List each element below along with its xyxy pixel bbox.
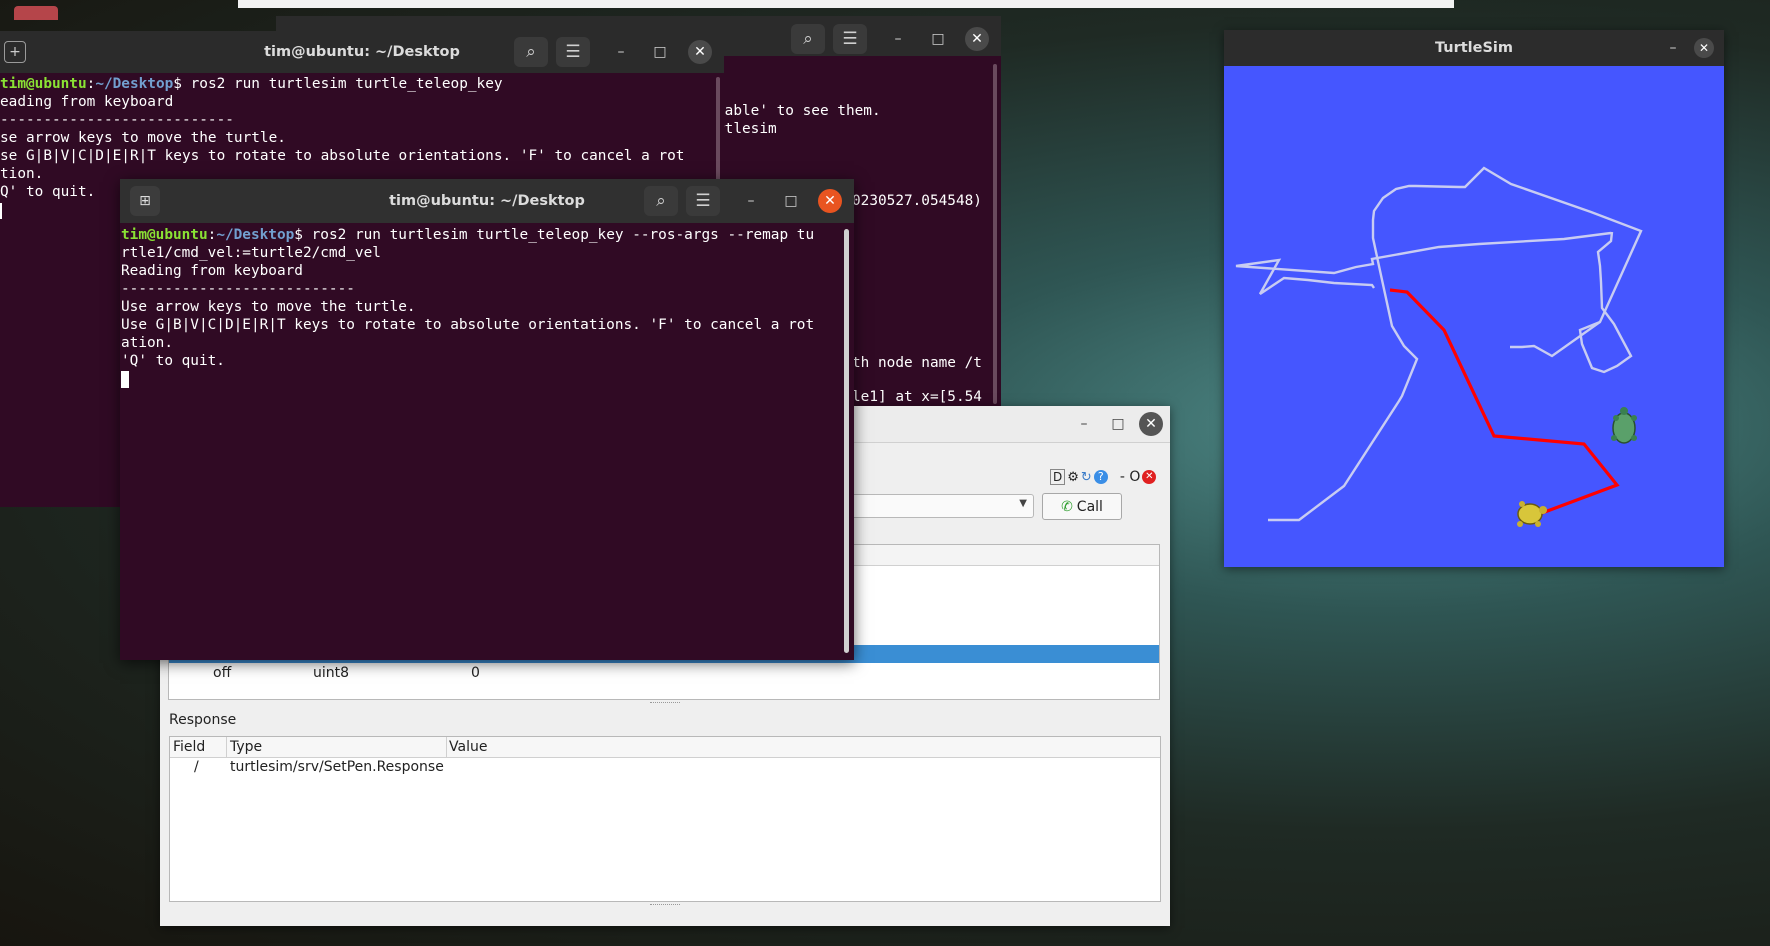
field-cell: / [194,759,199,775]
reload-icon[interactable]: ↻ [1081,470,1092,485]
terminal-output-line: rtle1/cmd_vel:=turtle2/cmd_vel [121,245,381,261]
splitter-handle[interactable] [650,702,680,705]
prompt-line: tim@ubuntu:~/Desktop$ ros2 run turtlesim… [121,227,815,243]
chevron-down-icon: ▼ [1019,498,1027,509]
prompt-line: tim@ubuntu:~/Desktop$ ros2 run turtlesim… [0,76,503,92]
terminal-output-line: ation. [121,335,173,351]
terminal-window-front[interactable]: ⊞ tim@ubuntu: ~/Desktop ⌕ ☰ – □ ✕ tim@ub… [120,179,854,660]
terminal-output-line: --------------------------- [121,281,355,297]
terminal-output-line: 0230527.054548) [852,193,982,209]
help-icon[interactable]: ? [1093,470,1108,484]
turtlesim-window[interactable]: TurtleSim – ✕ [1224,30,1724,567]
minimize-button[interactable]: – [1661,36,1685,60]
terminal-output-line: Reading from keyboard [121,263,303,279]
phone-icon: ✆ [1061,498,1073,515]
call-button[interactable]: ✆ Call [1042,493,1122,520]
field-cell: off [213,665,232,681]
new-tab-icon[interactable]: ⊞ [130,186,160,216]
settings-icon[interactable]: ⚙ [1067,470,1079,485]
type-cell: turtlesim/srv/SetPen.Response [230,759,444,775]
table-row[interactable]: off uint8 0 [169,665,1159,685]
column-header-field[interactable]: Field [173,739,205,755]
response-table-header: Field Type Value [170,737,1160,758]
maximize-button[interactable]: □ [926,27,950,51]
minimize-button[interactable]: – [739,189,763,213]
close-plugin-icon[interactable]: ✕ [1142,470,1157,484]
prompt-path: ~/Desktop [216,227,295,243]
canvas-background [1224,66,1724,567]
terminal-cursor [121,371,129,388]
prompt-path: ~/Desktop [95,76,174,92]
column-header-value[interactable]: Value [449,739,487,755]
menu-button[interactable]: ☰ [833,24,867,54]
maximize-button[interactable]: □ [648,40,672,64]
close-button[interactable]: ✕ [1694,38,1714,58]
terminal-output-line: rtlesim [716,121,777,137]
terminal-scrollbar[interactable] [993,64,997,404]
terminal-cursor [0,203,2,219]
minimize-button[interactable]: – [1072,412,1096,436]
terminal-output-line: 'Q' to quit. [121,353,225,369]
terminal-output-line: lable' to see them. [716,103,881,119]
column-header-type[interactable]: Type [230,739,262,755]
terminal-output-line: Q' to quit. [0,184,96,200]
terminal-output-line: tion. [0,166,44,182]
menu-button[interactable]: ☰ [556,37,590,67]
desktop-folder-icon[interactable] [14,6,58,20]
terminal-output-line: se arrow keys to move the turtle. [0,130,286,146]
minimize-button[interactable]: – [609,40,633,64]
terminal-output-line: th node name /t [852,355,982,371]
call-label: Call [1076,498,1103,515]
response-label: Response [169,712,237,728]
maximize-button[interactable]: □ [779,189,803,213]
prompt-user: tim@ubuntu [121,227,208,243]
terminal-output-line: le1] at x=[5.54 [852,389,982,405]
close-button[interactable]: ✕ [818,189,842,213]
terminal-output-line: --------------------------- [0,112,234,128]
type-cell: uint8 [313,665,350,681]
close-button[interactable]: ✕ [688,40,712,64]
terminal-output-line: Use arrow keys to move the turtle. [121,299,416,315]
prompt-user: tim@ubuntu [0,76,87,92]
search-button[interactable]: ⌕ [791,24,825,54]
plugin-toolbar: D ⚙ ↻ ? - O ✕ [1050,468,1157,486]
terminal-output-line: se G|B|V|C|D|E|R|T keys to rotate to abs… [0,148,685,164]
window-title: TurtleSim [1434,40,1514,56]
command-text: ros2 run turtlesim turtle_teleop_key --r… [311,227,815,243]
terminal-output-line: eading from keyboard [0,94,174,110]
close-button[interactable]: ✕ [965,27,989,51]
menu-button[interactable]: ☰ [686,186,720,216]
turtlesim-canvas [1224,66,1724,567]
command-text: ros2 run turtlesim turtle_teleop_key [190,76,503,92]
toolbar-text: - O [1119,469,1141,485]
close-button[interactable]: ✕ [1139,412,1163,436]
maximize-button[interactable]: □ [1106,412,1130,436]
resize-grip[interactable] [650,904,680,907]
search-button[interactable]: ⌕ [514,37,548,67]
value-cell: 0 [471,665,480,681]
new-tab-icon[interactable]: + [4,41,26,63]
background-window-strip [238,0,1454,8]
search-button[interactable]: ⌕ [644,186,678,216]
table-row[interactable]: / turtlesim/srv/SetPen.Response [170,759,1160,779]
minimize-button[interactable]: – [886,27,910,51]
response-table[interactable]: Field Type Value / turtlesim/srv/SetPen.… [169,736,1161,902]
terminal-scrollbar[interactable] [844,229,849,653]
terminal-output-line: Use G|B|V|C|D|E|R|T keys to rotate to ab… [121,317,815,333]
dock-icon[interactable]: D [1050,469,1066,485]
